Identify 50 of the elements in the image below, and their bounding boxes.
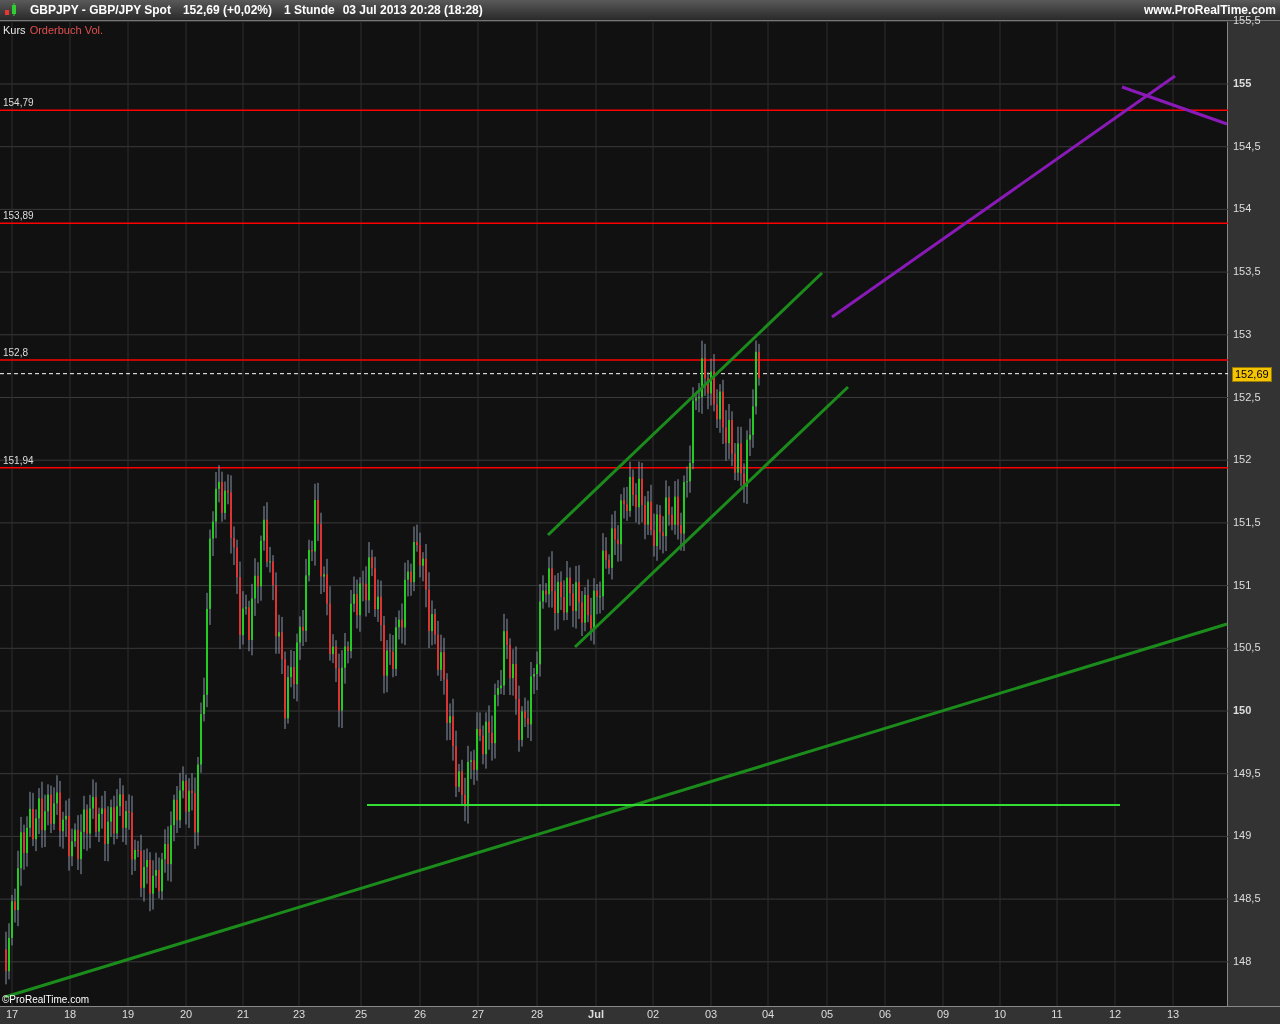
- symbol-title: GBPJPY - GBP/JPY Spot: [30, 2, 171, 19]
- interval-label: 1 Stunde: [284, 2, 335, 19]
- axis-label: 19: [121, 1009, 135, 1020]
- axis-label: 28: [530, 1009, 544, 1020]
- axis-label: 12: [1108, 1009, 1122, 1020]
- date-time: 03 Jul 2013 20:28 (18:28): [342, 2, 483, 19]
- axis-label: 23: [292, 1009, 306, 1020]
- axis-label: 02: [646, 1009, 660, 1020]
- axis-label: 152,5: [1233, 391, 1261, 403]
- level-label: 151,94: [3, 455, 34, 466]
- legend-label: Kurs: [3, 23, 26, 38]
- axis-label: 10: [993, 1009, 1007, 1020]
- price-change: 152,69 (+0,02%): [182, 2, 272, 19]
- axis-label: 11: [1051, 1009, 1063, 1020]
- axis-label: 26: [413, 1009, 427, 1020]
- axis-label: 09: [936, 1009, 950, 1020]
- axis-label: 06: [878, 1009, 892, 1020]
- axis-label: 150: [1233, 705, 1252, 716]
- axis-label: 148,5: [1233, 893, 1261, 905]
- axis-label: 155,5: [1233, 15, 1261, 27]
- axis-label: 05: [820, 1009, 834, 1020]
- axis-label: Jul: [588, 1009, 604, 1020]
- legend-label: Orderbuch Vol.: [29, 23, 103, 38]
- credit-text: ©ProRealTime.com: [2, 995, 90, 1005]
- axis-label: 17: [5, 1009, 19, 1020]
- axis-label: 154,5: [1233, 140, 1261, 152]
- axis-label: 148: [1233, 955, 1252, 967]
- candles-icon: [4, 3, 18, 17]
- axis-label: 150,5: [1233, 642, 1261, 654]
- axis-label: 04: [761, 1009, 775, 1020]
- axis-label: 27: [471, 1009, 485, 1020]
- axis-label: 149: [1233, 830, 1252, 842]
- axis-label: 153: [1233, 328, 1252, 340]
- axis-label: 154: [1233, 203, 1252, 215]
- axis-label: 151,5: [1233, 516, 1261, 528]
- level-label: 154,79: [3, 98, 34, 109]
- axis-label: 151: [1233, 579, 1252, 591]
- axis-label: 18: [63, 1009, 77, 1020]
- level-label: 152,8: [3, 347, 29, 358]
- axis-label: 21: [236, 1009, 250, 1020]
- price-badge: 152,69: [1232, 366, 1272, 382]
- axis-label: 20: [179, 1009, 193, 1020]
- level-label: 153,89: [3, 211, 34, 222]
- axis-label: 13: [1166, 1009, 1180, 1020]
- axis-label: 03: [704, 1009, 718, 1020]
- axis-label: 149,5: [1233, 767, 1261, 779]
- axis-label: 153,5: [1233, 266, 1261, 278]
- axis-label: 152: [1233, 454, 1252, 466]
- axis-label: 25: [354, 1009, 368, 1020]
- axis-label: 155: [1233, 78, 1252, 89]
